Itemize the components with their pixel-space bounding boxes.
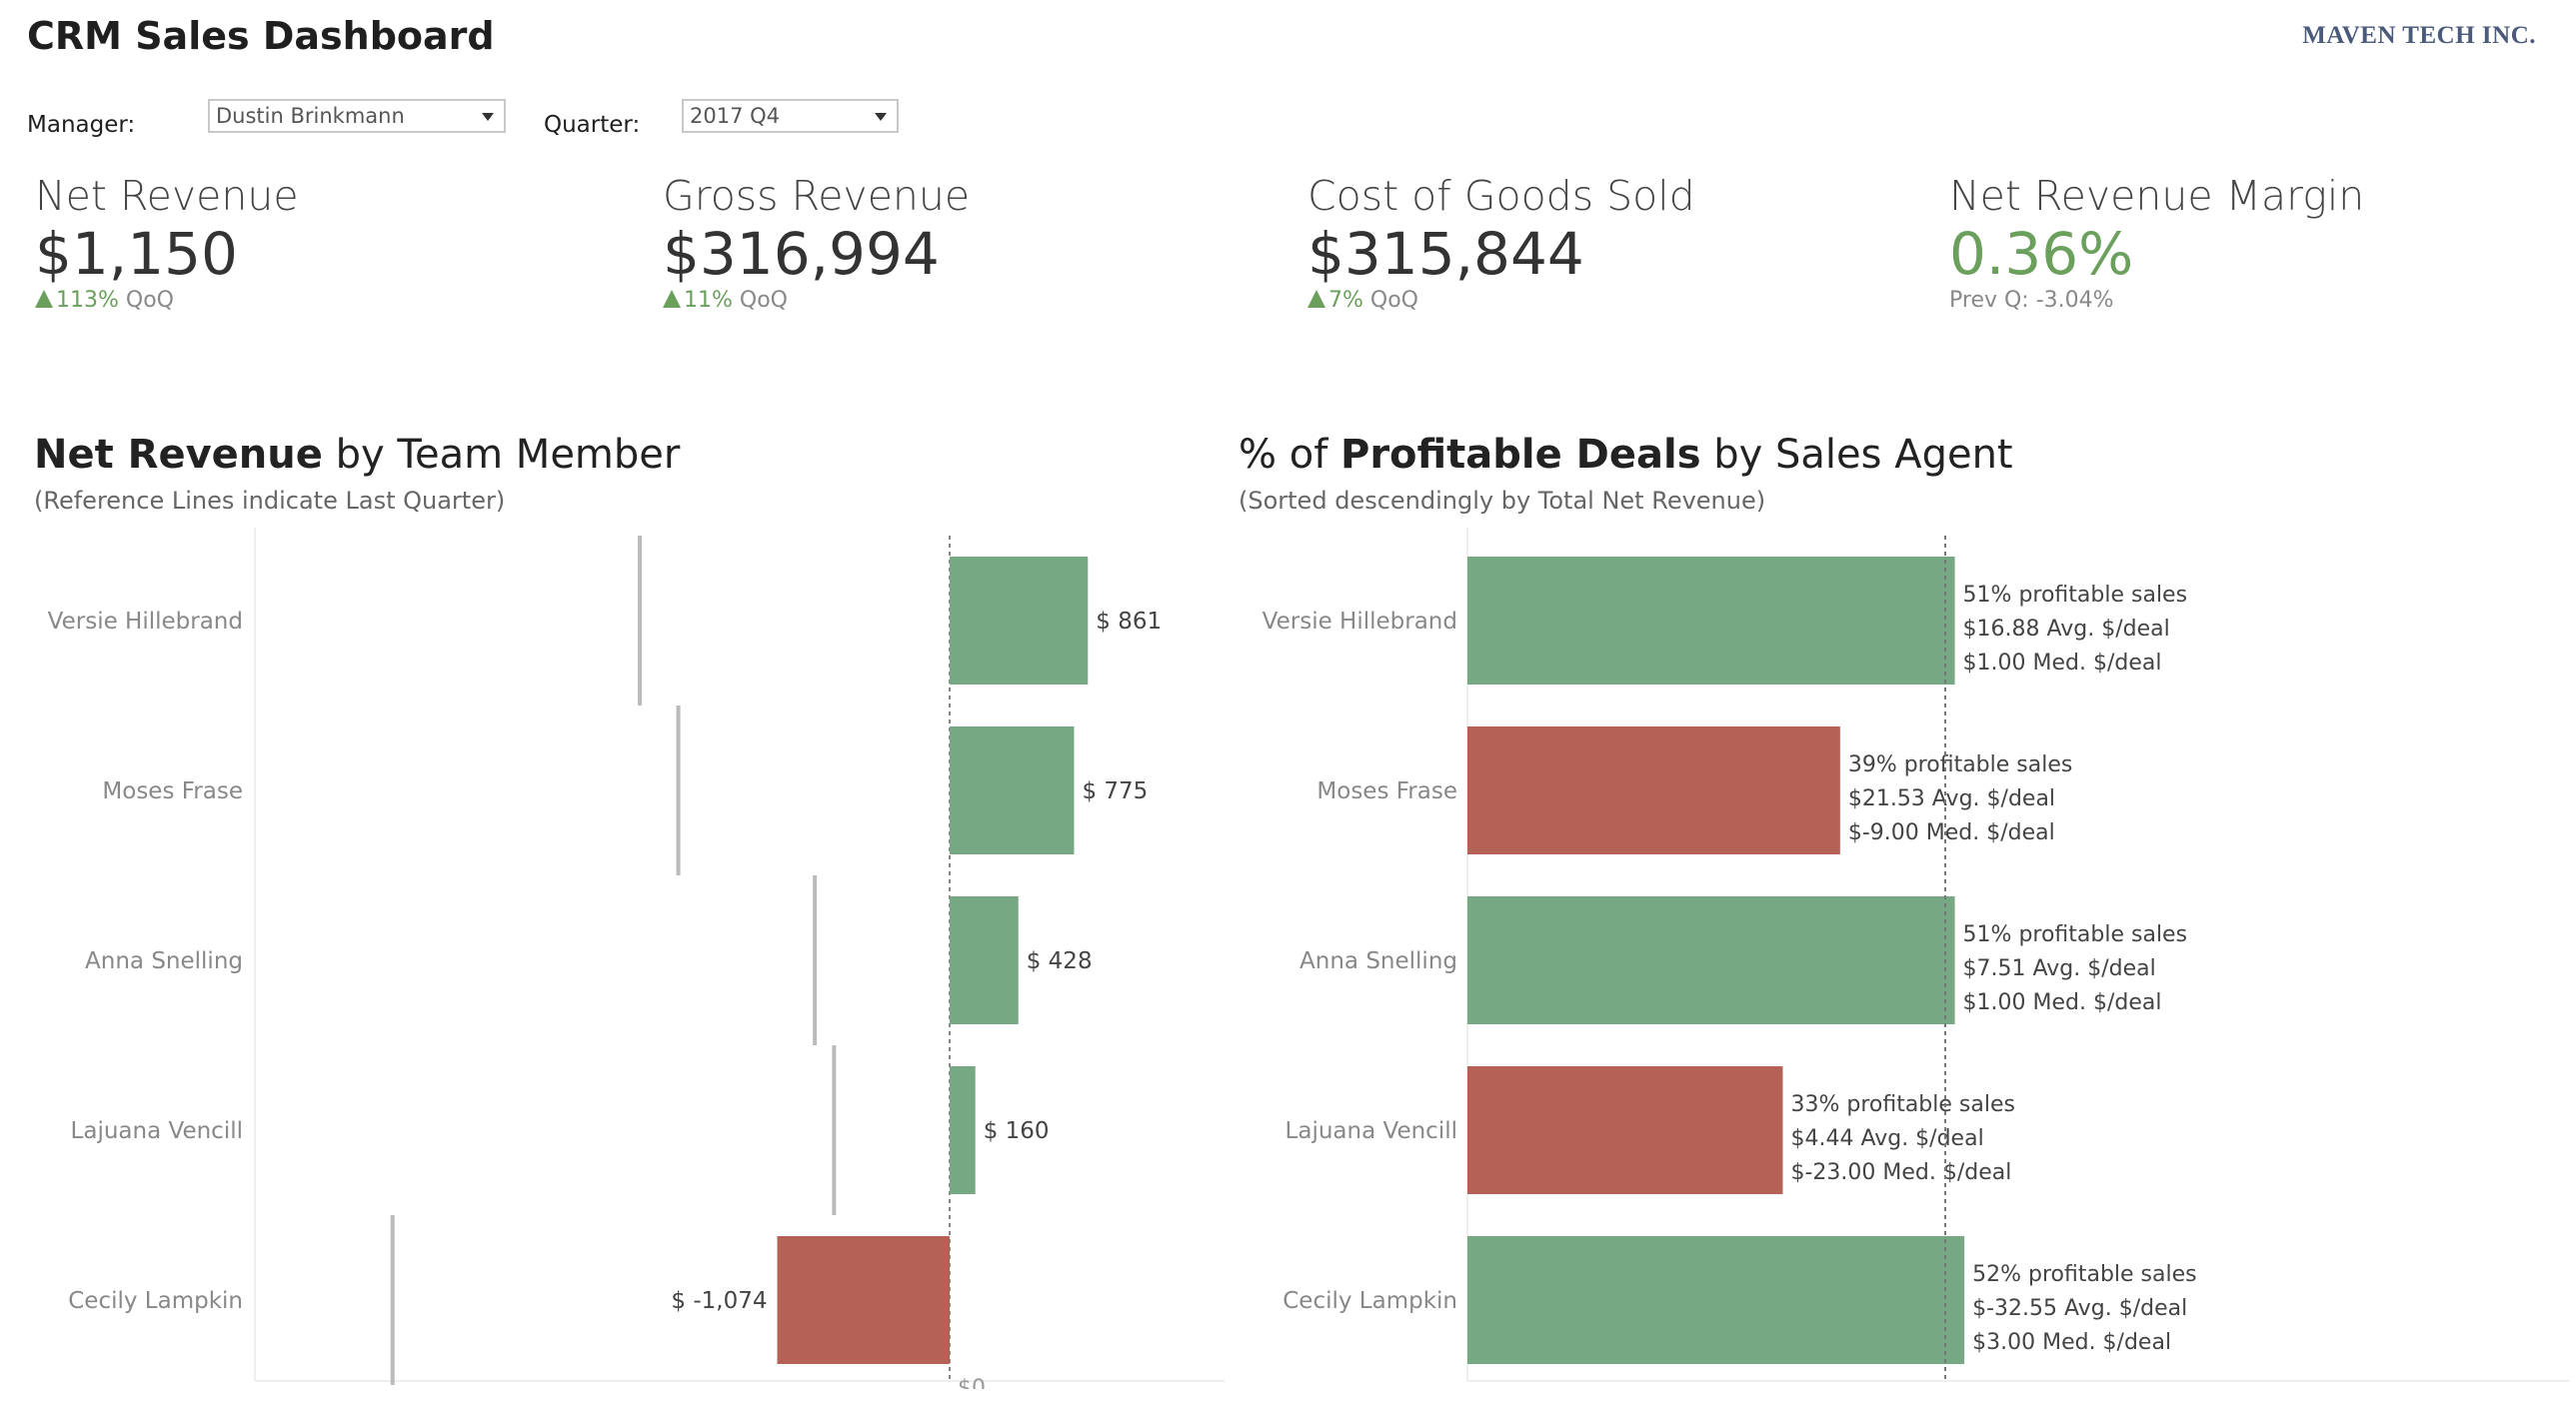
bar-annotation: $21.53 Avg. $/deal — [1848, 786, 2055, 811]
bar-annotation: 39% profitable sales — [1848, 752, 2073, 777]
kpi-value: $1,150 — [35, 220, 238, 288]
bar-annotation: $-32.55 Avg. $/deal — [1972, 1296, 2187, 1321]
category-label: Versie Hillebrand — [48, 609, 243, 635]
chevron-down-icon — [482, 113, 494, 121]
manager-dropdown[interactable]: Dustin Brinkmann — [208, 99, 506, 133]
value-label: $ 775 — [1082, 778, 1148, 804]
bar — [950, 726, 1075, 854]
kpi-change: 7% QoQ — [1307, 288, 1867, 313]
bar-annotation: $-23.00 Med. $/deal — [1790, 1160, 2011, 1185]
manager-label: Manager: — [27, 112, 136, 138]
kpi-label: Cost of Goods Sold — [1307, 172, 1695, 220]
value-label: $ 861 — [1096, 609, 1162, 635]
kpi-label: Gross Revenue — [663, 172, 971, 220]
bar-annotation: $7.51 Avg. $/deal — [1963, 956, 2156, 981]
bar — [1467, 1236, 1965, 1364]
dashboard-title: CRM Sales Dashboard — [27, 14, 495, 58]
company-logo: MAVEN TECH INC. — [2302, 22, 2536, 49]
quarter-label: Quarter: — [544, 112, 641, 138]
up-arrow-icon — [1307, 290, 1325, 308]
left-chart-title: Net Revenue by Team Member — [34, 432, 681, 478]
quarter-dropdown-value: 2017 Q4 — [690, 104, 781, 128]
bar — [1467, 557, 1955, 685]
left-chart-subtitle: (Reference Lines indicate Last Quarter) — [34, 487, 506, 515]
bar-annotation: $-9.00 Med. $/deal — [1848, 820, 2055, 845]
bar — [950, 557, 1089, 685]
bar-annotation: 51% profitable sales — [1963, 922, 2188, 947]
kpi-value: $316,994 — [663, 220, 940, 288]
up-arrow-icon — [663, 290, 681, 308]
bar-annotation: 52% profitable sales — [1972, 1262, 2197, 1287]
manager-dropdown-value: Dustin Brinkmann — [216, 104, 405, 128]
kpi-cogs: Cost of Goods Sold $315,844 7% QoQ — [1307, 172, 1867, 313]
kpi-net-revenue-margin: Net Revenue Margin 0.36% Prev Q: -3.04% — [1949, 172, 2509, 313]
kpi-value: 0.36% — [1949, 220, 2134, 288]
up-arrow-icon — [35, 290, 53, 308]
bar-annotation: $16.88 Avg. $/deal — [1963, 617, 2170, 642]
category-label: Cecily Lampkin — [68, 1288, 243, 1314]
quarter-dropdown[interactable]: 2017 Q4 — [682, 99, 899, 133]
bar — [1467, 896, 1955, 1024]
value-label: $ -1,074 — [671, 1288, 767, 1314]
bar-annotation: $4.44 Avg. $/deal — [1790, 1126, 1983, 1151]
bar-annotation: $1.00 Med. $/deal — [1963, 651, 2162, 676]
bar-annotation: $1.00 Med. $/deal — [1963, 990, 2162, 1015]
right-chart-subtitle: (Sorted descendingly by Total Net Revenu… — [1239, 487, 1766, 515]
net-revenue-bar-chart: $0 Versie Hillebrand $ 861 Moses Frase $ 775… — [48, 528, 1225, 1389]
kpi-prev: Prev Q: -3.04% — [1949, 288, 2114, 313]
category-label: Lajuana Vencill — [1286, 1118, 1457, 1144]
kpi-gross-revenue: Gross Revenue $316,994 11% QoQ — [663, 172, 1223, 313]
bar — [1467, 726, 1840, 854]
category-label: Lajuana Vencill — [71, 1118, 243, 1144]
bar — [950, 896, 1019, 1024]
chevron-down-icon — [875, 113, 887, 121]
kpi-label: Net Revenue Margin — [1949, 172, 2365, 220]
value-label: $ 160 — [984, 1118, 1050, 1144]
zero-tick-label: $0 — [958, 1376, 986, 1389]
bar-annotation: $3.00 Med. $/deal — [1972, 1330, 2171, 1355]
bar — [950, 1066, 976, 1194]
bar-annotation: 33% profitable sales — [1790, 1092, 2015, 1117]
kpi-change: 113% QoQ — [35, 288, 595, 313]
value-label: $ 428 — [1027, 948, 1093, 974]
category-label: Anna Snelling — [85, 948, 243, 974]
category-label: Anna Snelling — [1299, 948, 1457, 974]
category-label: Moses Frase — [1316, 778, 1457, 804]
bar-annotation: 51% profitable sales — [1963, 583, 2188, 608]
kpi-net-revenue: Net Revenue $1,150 113% QoQ — [35, 172, 595, 313]
category-label: Moses Frase — [102, 778, 243, 804]
right-chart-title: % of Profitable Deals by Sales Agent — [1239, 432, 2013, 478]
category-label: Versie Hillebrand — [1263, 609, 1457, 635]
bar — [777, 1236, 950, 1364]
kpi-label: Net Revenue — [35, 172, 299, 220]
category-label: Cecily Lampkin — [1283, 1288, 1457, 1314]
kpi-value: $315,844 — [1307, 220, 1584, 288]
kpi-change: 11% QoQ — [663, 288, 1223, 313]
profitable-deals-bar-chart: Versie Hillebrand 51% profitable sales $16… — [1263, 528, 2569, 1382]
bar — [1467, 1066, 1783, 1194]
